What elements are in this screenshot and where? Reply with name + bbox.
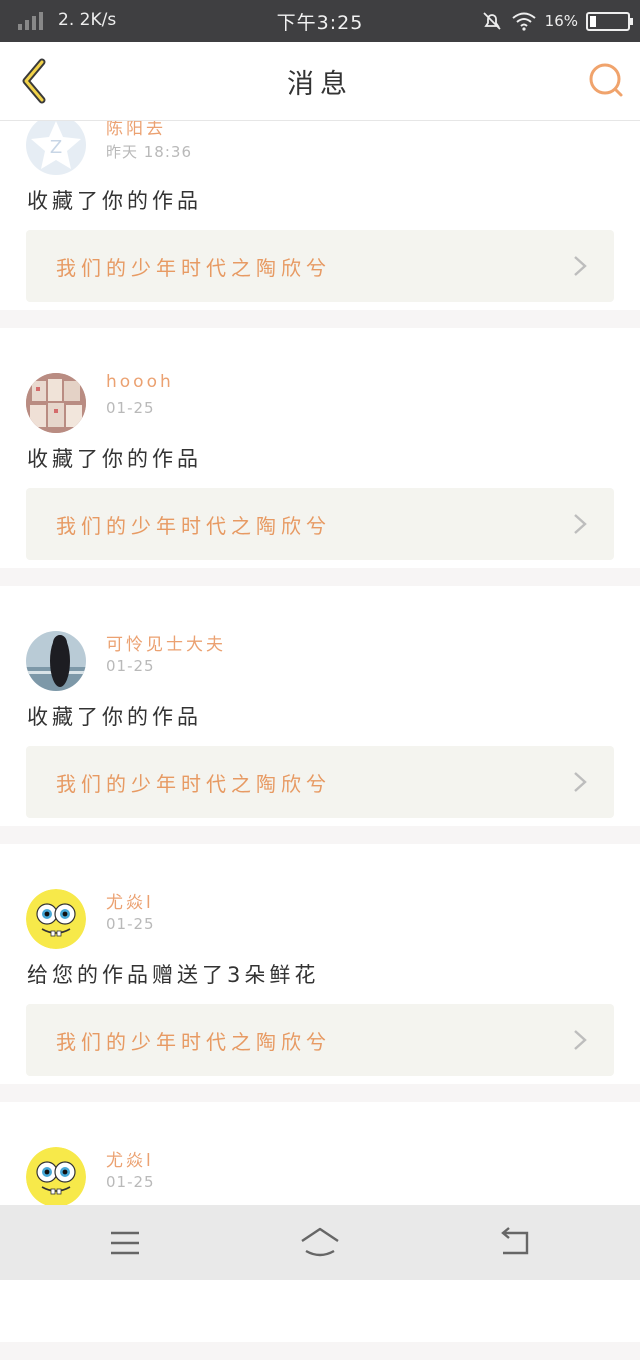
message-time: 01-25 <box>106 915 155 933</box>
avatar[interactable] <box>26 631 86 691</box>
chevron-right-icon <box>574 256 587 276</box>
avatar[interactable] <box>26 373 86 433</box>
spongebob-avatar-icon <box>26 889 86 949</box>
message-action: 给您的作品赠送了3朵鲜花 <box>27 963 320 987</box>
avatar[interactable] <box>26 889 86 949</box>
message-action: 收藏了你的作品 <box>27 705 202 729</box>
user-name[interactable]: hoooh <box>106 372 174 392</box>
girl-avatar-icon <box>26 631 86 691</box>
avatar[interactable] <box>26 1147 86 1207</box>
message-list[interactable]: Z 陈阳去 昨天 18:36 收藏了你的作品 我们的少年时代之陶欣兮 hoooh… <box>0 70 640 1360</box>
header: 消息 <box>0 42 640 121</box>
return-icon[interactable] <box>493 1221 537 1265</box>
work-link[interactable]: 我们的少年时代之陶欣兮 <box>26 488 614 560</box>
svg-text:Z: Z <box>50 137 62 158</box>
message-time: 01-25 <box>106 399 155 417</box>
spongebob-avatar-icon <box>26 1147 86 1207</box>
status-bar: 2. 2K/s 下午3:25 16% <box>0 0 640 42</box>
message-action: 收藏了你的作品 <box>27 189 202 213</box>
chevron-right-icon <box>574 772 587 792</box>
user-name[interactable]: 尤焱l <box>106 888 154 913</box>
wifi-icon <box>512 12 536 31</box>
alarm-off-icon <box>483 12 501 30</box>
chevron-right-icon <box>574 514 587 534</box>
battery-percent: 16% <box>544 12 578 30</box>
qq-star-icon: Z <box>31 121 81 169</box>
home-icon[interactable] <box>298 1221 342 1265</box>
work-title: 我们的少年时代之陶欣兮 <box>56 772 331 796</box>
message-time: 01-25 <box>106 1173 155 1191</box>
photo-avatar-icon <box>26 373 86 433</box>
search-icon[interactable] <box>586 60 626 100</box>
message-time: 昨天 18:36 <box>106 143 192 161</box>
message-card: hoooh 01-25 收藏了你的作品 我们的少年时代之陶欣兮 <box>0 328 640 568</box>
work-link[interactable]: 我们的少年时代之陶欣兮 <box>26 746 614 818</box>
message-action: 收藏了你的作品 <box>27 447 202 471</box>
work-title: 我们的少年时代之陶欣兮 <box>56 514 331 538</box>
work-title: 我们的少年时代之陶欣兮 <box>56 256 331 280</box>
user-name[interactable]: 尤焱l <box>106 1146 154 1171</box>
page-title: 消息 <box>287 69 353 100</box>
user-name[interactable]: 可怜见士大夫 <box>106 630 226 655</box>
work-link[interactable]: 我们的少年时代之陶欣兮 <box>26 1004 614 1076</box>
chevron-right-icon <box>574 1030 587 1050</box>
work-title: 我们的少年时代之陶欣兮 <box>56 1030 331 1054</box>
system-nav-bar <box>0 1205 640 1280</box>
menu-icon[interactable] <box>103 1221 147 1265</box>
battery-icon <box>586 11 633 31</box>
message-card: 尤焱l 01-25 给您的作品赠送了3朵鲜花 我们的少年时代之陶欣兮 <box>0 844 640 1084</box>
work-link[interactable]: 我们的少年时代之陶欣兮 <box>26 230 614 302</box>
avatar[interactable]: Z <box>26 115 86 175</box>
message-card: 可怜见士大夫 01-25 收藏了你的作品 我们的少年时代之陶欣兮 <box>0 586 640 826</box>
message-time: 01-25 <box>106 657 155 675</box>
